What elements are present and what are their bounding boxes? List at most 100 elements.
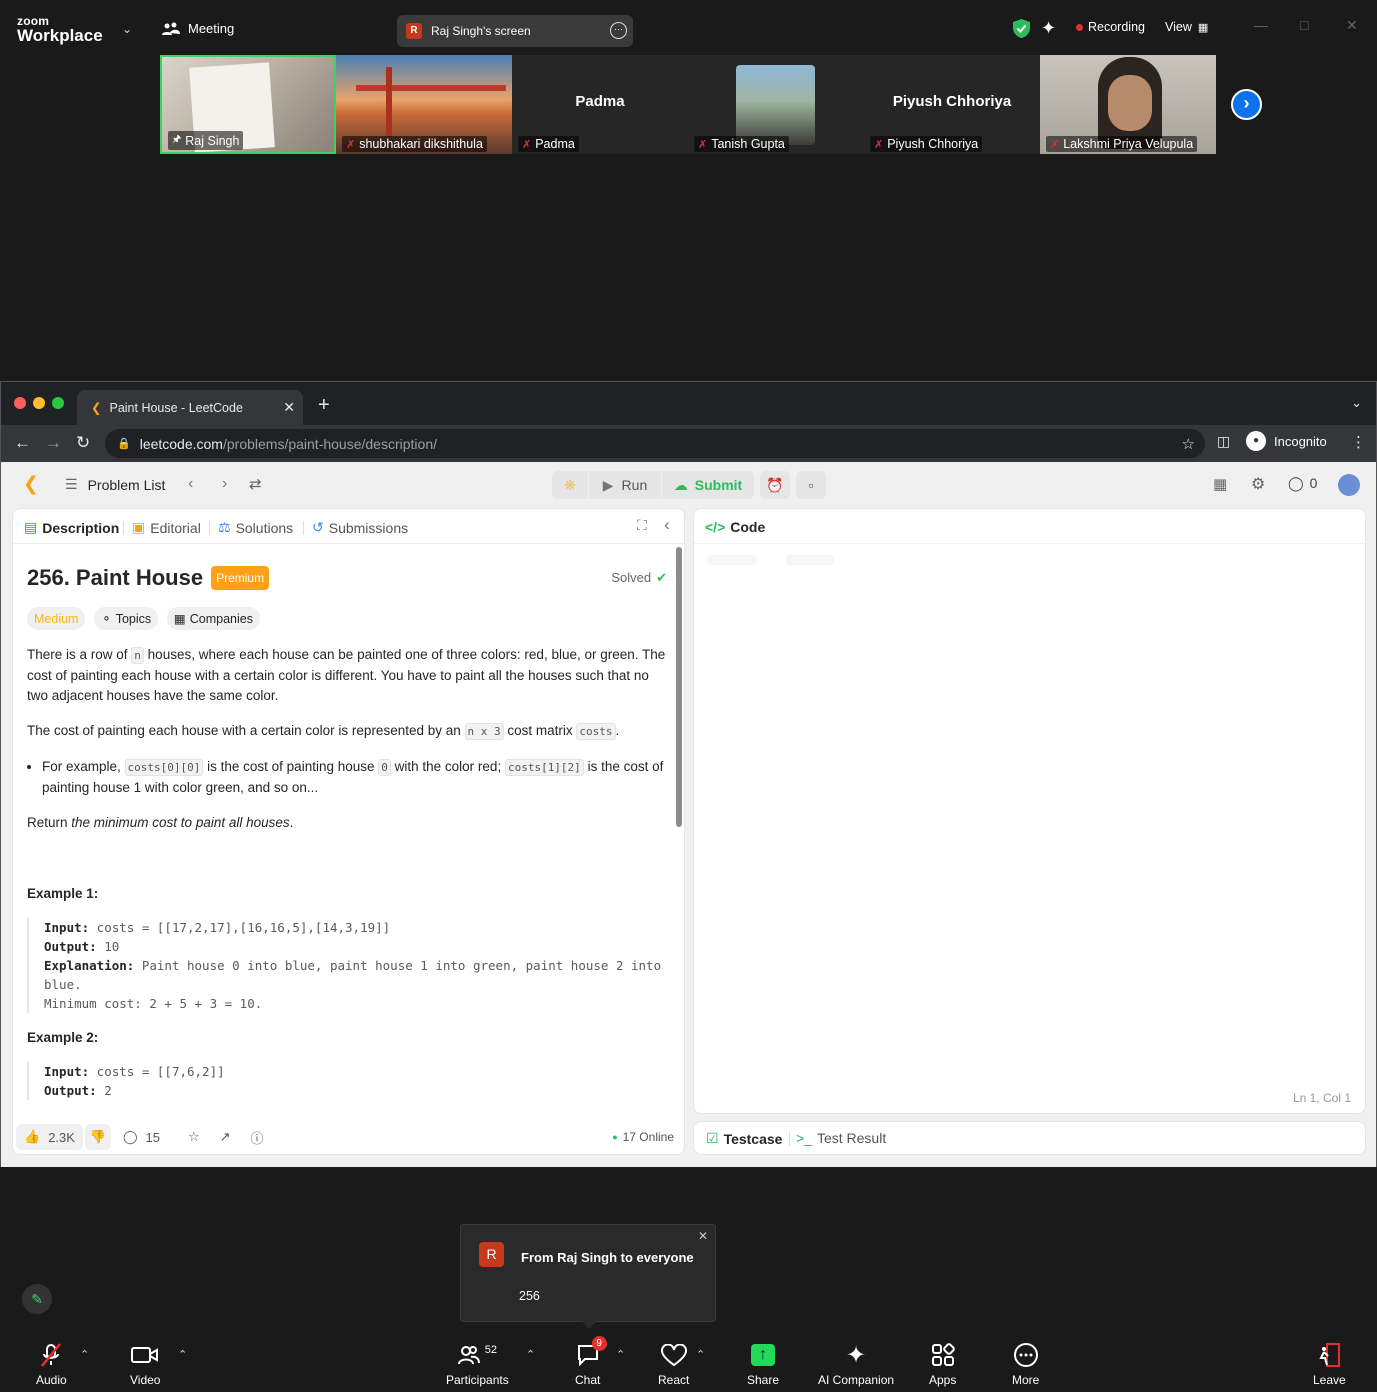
tab-code[interactable]: </> Code — [705, 519, 765, 535]
mic-muted-icon: ✗ — [522, 138, 532, 151]
participants-options-chevron-icon[interactable]: ⌃ — [526, 1348, 535, 1361]
apps-grid-icon — [931, 1342, 955, 1368]
avatar[interactable] — [1338, 474, 1360, 496]
description-paragraph: There is a row of n houses, where each h… — [27, 647, 666, 703]
more-options-icon[interactable]: ··· — [610, 22, 627, 39]
help-icon[interactable]: ⓘ — [251, 1128, 264, 1147]
like-button[interactable]: 👍 2.3K — [16, 1124, 83, 1150]
react-button[interactable]: React — [658, 1342, 689, 1387]
forward-arrow-icon[interactable]: → — [45, 433, 62, 453]
leave-door-icon — [1316, 1342, 1342, 1368]
chat-notification[interactable]: R From Raj Singh to everyone 256 ✕ — [460, 1224, 716, 1329]
video-tile[interactable]: ✗ Lakshmi Priya Velupula — [1040, 55, 1216, 154]
list-item: For example, costs[0][0] is the cost of … — [42, 757, 667, 798]
reload-icon[interactable]: ↻ — [76, 433, 90, 453]
audio-button[interactable]: Audio — [36, 1342, 67, 1387]
close-icon[interactable]: ✕ — [1346, 17, 1358, 34]
prev-problem-chevron-icon[interactable]: ‹ — [188, 475, 193, 493]
tab-testcase[interactable]: ☑ Testcase — [706, 1130, 782, 1147]
video-tile[interactable]: ✗ Tanish Gupta — [688, 55, 864, 154]
close-tab-icon[interactable]: ✕ — [283, 399, 295, 416]
next-page-chevron-icon[interactable]: › — [1231, 89, 1262, 120]
scrollbar[interactable] — [676, 547, 682, 827]
tab-solutions[interactable]: ⚖ Solutions — [218, 519, 293, 536]
collapse-chevron-icon[interactable]: ‹ — [664, 515, 670, 535]
close-icon[interactable]: ✕ — [698, 1229, 708, 1243]
recording-indicator[interactable]: Recording — [1076, 20, 1145, 34]
video-tile[interactable]: Piyush Chhoriya ✗ Piyush Chhoriya — [864, 55, 1040, 154]
video-button[interactable]: Video — [130, 1342, 160, 1387]
chat-button[interactable]: 9 Chat — [575, 1336, 607, 1387]
list-icon: ☰ — [65, 476, 78, 492]
audio-options-chevron-icon[interactable]: ⌃ — [80, 1348, 89, 1361]
url-bar[interactable]: 🔒 leetcode.com/problems/paint-house/desc… — [105, 429, 1205, 458]
video-tile[interactable]: ✗ shubhakari dikshithula — [336, 55, 512, 154]
leave-button[interactable]: Leave — [1313, 1342, 1346, 1387]
language-selector-placeholder[interactable] — [708, 555, 756, 565]
leetcode-logo-icon[interactable]: ❮ — [23, 473, 39, 496]
shuffle-icon[interactable]: ⇄ — [249, 475, 262, 493]
tab-editorial[interactable]: ▣ Editorial — [132, 519, 201, 536]
description-paragraph: The cost of painting each house with a c… — [27, 723, 620, 740]
mic-muted-icon: ✗ — [698, 138, 708, 151]
minimize-window-icon[interactable] — [33, 397, 45, 409]
submit-button[interactable]: ☁ Submit — [662, 471, 754, 499]
tab-underline — [13, 543, 684, 544]
tab-search-chevron-icon[interactable]: ⌄ — [1351, 395, 1362, 411]
favorite-star-icon[interactable]: ☆ — [188, 1129, 200, 1145]
tab-description[interactable]: ▤ Description — [24, 519, 119, 536]
problem-list-button[interactable]: ☰ Problem List — [65, 476, 165, 493]
alarm-clock-icon[interactable]: ⏰ — [760, 471, 790, 499]
next-problem-chevron-icon[interactable]: › — [222, 475, 227, 493]
ai-sparkle-icon[interactable]: ✦ — [1041, 18, 1056, 39]
security-shield-icon[interactable] — [1013, 19, 1030, 38]
browser-tab[interactable]: ❮ Paint House - LeetCode ✕ — [77, 390, 303, 425]
tab-submissions[interactable]: ↺ Submissions — [312, 519, 408, 536]
share-external-icon[interactable]: ↗ — [220, 1129, 231, 1145]
video-options-chevron-icon[interactable]: ⌃ — [178, 1348, 187, 1361]
example-block: Input: costs = [[17,2,17],[16,16,5],[14,… — [27, 918, 667, 1013]
tab-test-result[interactable]: >_ Test Result — [796, 1130, 886, 1146]
close-window-icon[interactable] — [14, 397, 26, 409]
topics-chip[interactable]: ⚬ Topics — [94, 607, 159, 630]
thumbs-down-icon[interactable]: 👎 — [84, 1124, 111, 1150]
ai-companion-button[interactable]: ✦ AI Companion — [818, 1342, 894, 1388]
layout-grid-icon[interactable]: ▦ — [1213, 475, 1227, 493]
notes-icon[interactable]: ▫ — [796, 471, 826, 499]
cursor-position: Ln 1, Col 1 — [1292, 1091, 1351, 1105]
companies-chip[interactable]: ▦ Companies — [166, 607, 260, 630]
react-options-chevron-icon[interactable]: ⌃ — [696, 1348, 705, 1361]
bookmark-star-icon[interactable]: ☆ — [1182, 435, 1195, 453]
back-arrow-icon[interactable]: ← — [14, 433, 31, 453]
chat-options-chevron-icon[interactable]: ⌃ — [616, 1348, 625, 1361]
fullscreen-icon[interactable]: ⛶ — [637, 517, 647, 534]
browser-menu-icon[interactable]: ⋮ — [1351, 433, 1366, 451]
sidebar-icon[interactable]: ◫ — [1217, 433, 1230, 450]
more-button[interactable]: More — [1012, 1342, 1039, 1387]
share-button[interactable]: ↑ Share — [747, 1342, 779, 1387]
zoom-window-icon[interactable] — [52, 397, 64, 409]
video-tile[interactable]: 🖈 Raj Singh — [160, 55, 336, 154]
run-button[interactable]: ▶ Run — [589, 471, 661, 499]
screen-share-pill[interactable]: R Raj Singh's screen ··· — [397, 15, 633, 47]
video-tile[interactable]: Padma ✗ Padma — [512, 55, 688, 154]
debug-bug-icon[interactable]: ❋ — [552, 471, 588, 499]
apps-button[interactable]: Apps — [929, 1342, 956, 1387]
incognito-indicator[interactable]: ● Incognito — [1246, 431, 1327, 451]
settings-gear-icon[interactable]: ⚙ — [1251, 474, 1265, 494]
minimize-icon[interactable]: — — [1254, 17, 1268, 33]
code-panel: </> Code Ln 1, Col 1 — [693, 508, 1366, 1114]
participants-button[interactable]: 52 Participants — [446, 1342, 509, 1387]
auto-selector-placeholder[interactable] — [786, 555, 834, 565]
comments-button[interactable]: ◯ 15 — [123, 1129, 160, 1145]
maximize-icon[interactable]: □ — [1300, 17, 1308, 33]
annotate-pen-icon[interactable]: ✎ — [22, 1284, 52, 1314]
chevron-down-icon[interactable]: ⌄ — [122, 22, 132, 36]
premium-badge[interactable]: Premium — [211, 566, 270, 590]
streak-counter[interactable]: ◯ 0 — [1288, 475, 1317, 492]
meeting-info-button[interactable]: Meeting — [162, 21, 234, 36]
mic-muted-icon — [38, 1342, 64, 1368]
view-button[interactable]: View ▦ — [1165, 20, 1208, 34]
face-image — [1108, 75, 1152, 131]
new-tab-icon[interactable]: + — [318, 394, 330, 417]
